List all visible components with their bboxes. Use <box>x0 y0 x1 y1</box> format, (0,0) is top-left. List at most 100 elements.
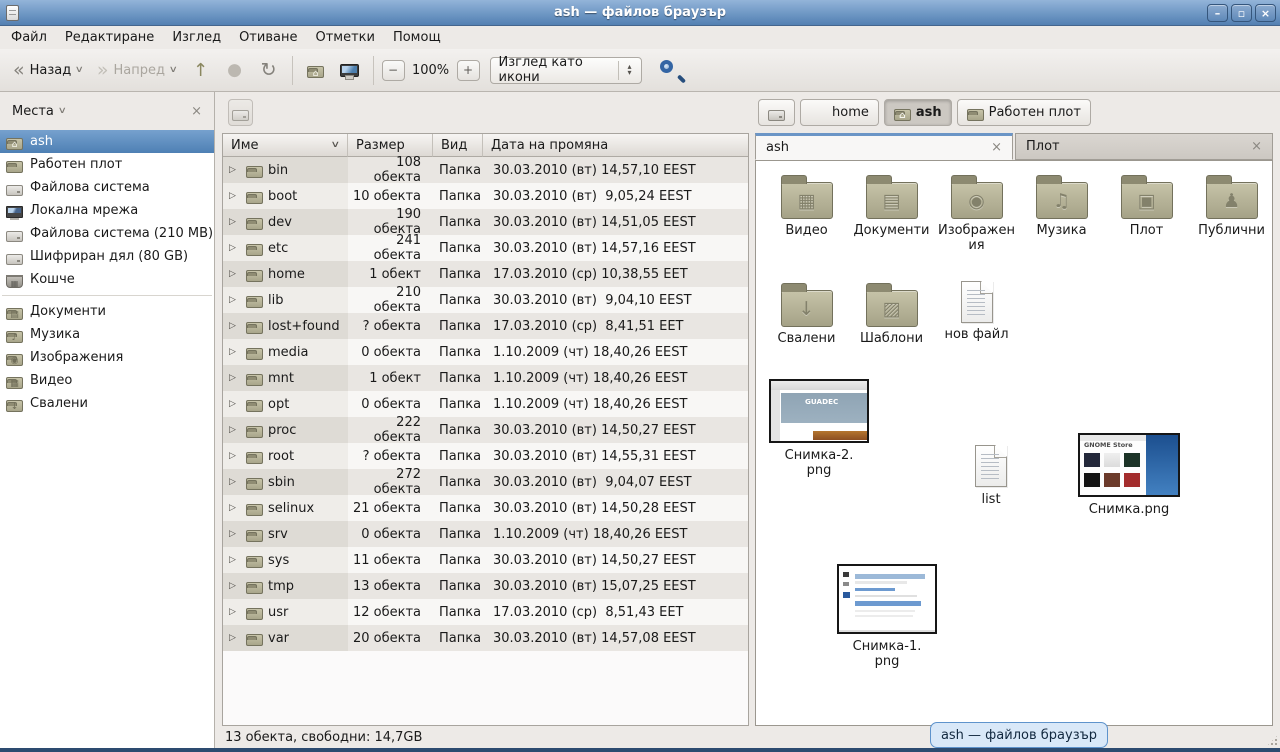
expander-icon[interactable]: ▷ <box>229 425 241 435</box>
titlebar[interactable]: ash — файлов браузър – ▫ × <box>0 0 1280 26</box>
sidebar-place-item[interactable]: Шифриран дял (80 GB) <box>0 245 214 268</box>
table-row[interactable]: ▷ var 20 обекта Папка 30.03.2010 (вт) 14… <box>223 625 748 651</box>
expander-icon[interactable]: ▷ <box>229 451 241 461</box>
expander-icon[interactable]: ▷ <box>229 269 241 279</box>
computer-button[interactable] <box>333 55 367 86</box>
column-header-date[interactable]: Дата на промяна <box>483 134 748 157</box>
up-button[interactable]: ↑ <box>184 55 218 86</box>
search-button[interactable] <box>654 55 684 86</box>
sidebar-place-item[interactable]: Файлова система <box>0 176 214 199</box>
expander-icon[interactable]: ▷ <box>229 399 241 409</box>
table-row[interactable]: ▷ proc 222 обекта Папка 30.03.2010 (вт) … <box>223 417 748 443</box>
folder-item[interactable]: ▦ Видео <box>764 173 849 254</box>
file-item[interactable]: GUADEC Снимка-2. png <box>764 379 874 479</box>
expander-icon[interactable]: ▷ <box>229 633 241 643</box>
expander-icon[interactable]: ▷ <box>229 165 241 175</box>
table-row[interactable]: ▷ tmp 13 обекта Папка 30.03.2010 (вт) 15… <box>223 573 748 599</box>
expander-icon[interactable]: ▷ <box>229 529 241 539</box>
zoom-out-button[interactable]: − <box>382 60 405 81</box>
reload-button[interactable]: ↻ <box>252 55 286 86</box>
table-row[interactable]: ▷ boot 10 обекта Папка 30.03.2010 (вт) 9… <box>223 183 748 209</box>
stop-button[interactable]: ● <box>218 55 252 86</box>
folder-item[interactable]: ◉ Изображен ия <box>934 173 1019 254</box>
sidebar-place-item[interactable]: ◉ Изображения <box>0 346 214 369</box>
column-header-name[interactable]: Име ∨ <box>223 134 348 157</box>
table-row[interactable]: ▷ media 0 обекта Папка 1.10.2009 (чт) 18… <box>223 339 748 365</box>
sidebar-place-item[interactable]: ▤ Документи <box>0 300 214 323</box>
folder-item[interactable]: ♟ Публични <box>1189 173 1273 254</box>
expander-icon[interactable]: ▷ <box>229 581 241 591</box>
file-item[interactable]: Снимка-1. png <box>832 564 942 670</box>
table-row[interactable]: ▷ sbin 272 обекта Папка 30.03.2010 (вт) … <box>223 469 748 495</box>
path-button[interactable]: home <box>800 99 879 126</box>
path-button[interactable]: Работен плот <box>957 99 1091 126</box>
taskbar-window-button[interactable]: ash — файлов браузър <box>930 722 1108 748</box>
table-row[interactable]: ▷ mnt 1 обект Папка 1.10.2009 (чт) 18,40… <box>223 365 748 391</box>
file-item[interactable]: GNOME Store Снимка.png <box>1074 433 1184 518</box>
column-header-kind[interactable]: Вид <box>433 134 483 157</box>
table-row[interactable]: ▷ srv 0 обекта Папка 1.10.2009 (чт) 18,4… <box>223 521 748 547</box>
menu-item[interactable]: Редактиране <box>56 28 163 47</box>
menu-item[interactable]: Помощ <box>384 28 450 47</box>
table-row[interactable]: ▷ etc 241 обекта Папка 30.03.2010 (вт) 1… <box>223 235 748 261</box>
table-row[interactable]: ▷ dev 190 обекта Папка 30.03.2010 (вт) 1… <box>223 209 748 235</box>
expander-icon[interactable]: ▷ <box>229 347 241 357</box>
column-header-size[interactable]: Размер <box>348 134 433 157</box>
sidebar-place-item[interactable]: ⌂ ash <box>0 130 214 153</box>
view-mode-select[interactable]: Изглед като икони ▴▾ <box>490 57 642 84</box>
close-button[interactable]: × <box>1255 4 1276 22</box>
folder-item[interactable]: ▤ Документи <box>849 173 934 254</box>
home-button[interactable]: ⌂ <box>299 55 333 86</box>
menu-item[interactable]: Файл <box>2 28 56 47</box>
sidebar-place-item[interactable]: ↓ Свалени <box>0 392 214 415</box>
table-row[interactable]: ▷ lost+found ? обекта Папка 17.03.2010 (… <box>223 313 748 339</box>
minimize-button[interactable]: – <box>1207 4 1228 22</box>
maximize-button[interactable]: ▫ <box>1231 4 1252 22</box>
expander-icon[interactable]: ▷ <box>229 477 241 487</box>
path-button[interactable] <box>758 99 795 126</box>
folder-item[interactable]: ▣ Плот <box>1104 173 1189 254</box>
tab[interactable]: Плот × <box>1015 133 1273 160</box>
folder-item[interactable]: нов файл <box>934 281 1019 347</box>
expander-icon[interactable]: ▷ <box>229 503 241 513</box>
path-button[interactable]: ⌂ ash <box>884 99 952 126</box>
root-path-button[interactable] <box>228 99 253 126</box>
sidebar-place-item[interactable]: ▦ Кошче <box>0 268 214 291</box>
tab-close-icon[interactable]: × <box>1251 139 1262 154</box>
sidebar-place-item[interactable]: ♪ Музика <box>0 323 214 346</box>
sidebar-close-icon[interactable]: × <box>191 104 202 119</box>
file-item[interactable]: list <box>936 445 1046 508</box>
back-button[interactable]: « Назад ∨ <box>6 55 90 86</box>
table-row[interactable]: ▷ bin 108 обекта Папка 30.03.2010 (вт) 1… <box>223 157 748 183</box>
expander-icon[interactable]: ▷ <box>229 555 241 565</box>
chevron-down-icon[interactable]: ∨ <box>75 65 84 75</box>
table-row[interactable]: ▷ root ? обекта Папка 30.03.2010 (вт) 14… <box>223 443 748 469</box>
sidebar-place-item[interactable]: ▦ Видео <box>0 369 214 392</box>
menu-item[interactable]: Отиване <box>230 28 306 47</box>
folder-item[interactable]: ↓ Свалени <box>764 281 849 347</box>
table-row[interactable]: ▷ home 1 обект Папка 17.03.2010 (ср) 10,… <box>223 261 748 287</box>
forward-button[interactable]: » Напред ∨ <box>90 55 184 86</box>
zoom-in-button[interactable]: + <box>457 60 480 81</box>
table-row[interactable]: ▷ sys 11 обекта Папка 30.03.2010 (вт) 14… <box>223 547 748 573</box>
sidebar-place-item[interactable]: Работен плот <box>0 153 214 176</box>
sidebar-place-item[interactable]: Файлова система (210 MB) <box>0 222 214 245</box>
expander-icon[interactable]: ▷ <box>229 243 241 253</box>
folder-item[interactable]: ▨ Шаблони <box>849 281 934 347</box>
expander-icon[interactable]: ▷ <box>229 373 241 383</box>
table-row[interactable]: ▷ lib 210 обекта Папка 30.03.2010 (вт) 9… <box>223 287 748 313</box>
tab-close-icon[interactable]: × <box>991 140 1002 155</box>
sidebar-title-dropdown[interactable]: Места ∨ <box>12 104 191 119</box>
table-row[interactable]: ▷ selinux 21 обекта Папка 30.03.2010 (вт… <box>223 495 748 521</box>
table-row[interactable]: ▷ usr 12 обекта Папка 17.03.2010 (ср) 8,… <box>223 599 748 625</box>
expander-icon[interactable]: ▷ <box>229 607 241 617</box>
tab[interactable]: ash × <box>755 133 1013 160</box>
folder-item[interactable]: ♫ Музика <box>1019 173 1104 254</box>
table-row[interactable]: ▷ opt 0 обекта Папка 1.10.2009 (чт) 18,4… <box>223 391 748 417</box>
sidebar-place-item[interactable] <box>0 291 214 300</box>
expander-icon[interactable]: ▷ <box>229 217 241 227</box>
sidebar-place-item[interactable]: Локална мрежа <box>0 199 214 222</box>
expander-icon[interactable]: ▷ <box>229 295 241 305</box>
menu-item[interactable]: Изглед <box>163 28 230 47</box>
menu-item[interactable]: Отметки <box>306 28 383 47</box>
